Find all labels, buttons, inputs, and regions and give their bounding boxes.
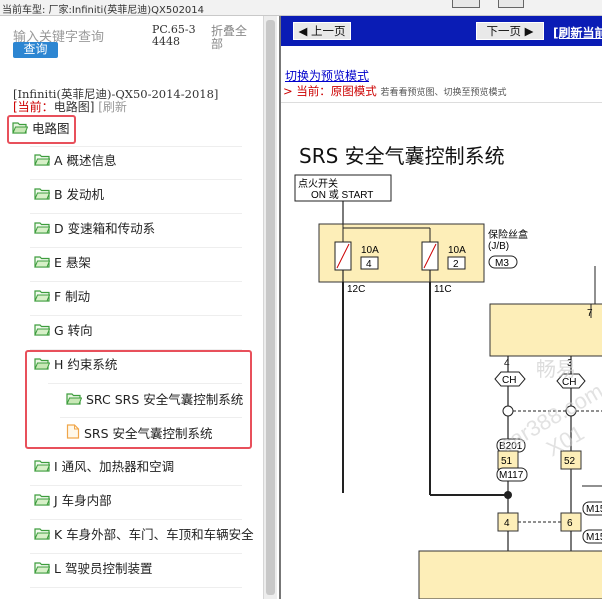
sidebar-scrollbar[interactable] [263, 16, 277, 599]
divider [60, 417, 242, 418]
fuse-box-label: 保险丝盒 [488, 228, 528, 241]
current-prefix: [当前： [13, 100, 54, 114]
divider [30, 587, 242, 588]
divider [30, 315, 242, 316]
sidebar: 输入关键字查询 查询 PC.65-34448 折叠全部 [Infiniti(英菲… [0, 16, 263, 599]
refresh-link[interactable]: [刷新 [98, 100, 127, 114]
watermark: 畅易 [536, 358, 576, 381]
tree-item-label: I 通风、加热器和空调 [54, 459, 175, 474]
divider [30, 213, 242, 214]
divider [30, 485, 242, 486]
tree-item-e[interactable]: E 悬架 [34, 253, 91, 273]
tree-item-label: SRS 安全气囊控制系统 [84, 426, 213, 441]
folder-icon [34, 186, 51, 206]
ignition-switch-state: ON 或 START [311, 189, 373, 201]
splice-circle [502, 405, 514, 417]
tree-item-k[interactable]: K 车身外部、车门、车顶和车辆安全 [34, 525, 254, 545]
control-unit-box [489, 303, 602, 357]
pin-11c: 11C [434, 284, 452, 295]
document-icon [66, 424, 80, 445]
tree-item-label: SRC SRS 安全气囊控制系统 [86, 392, 244, 407]
scrollbar-thumb[interactable] [266, 20, 275, 595]
folder-icon [34, 458, 51, 478]
tree-item-h[interactable]: H 约束系统 [34, 355, 117, 375]
tree-item-label: E 悬架 [54, 255, 91, 270]
tree-item-label: F 制动 [54, 289, 91, 304]
tree-item-f[interactable]: F 制动 [34, 287, 90, 307]
terminal-6-label: 6 [567, 518, 573, 529]
current-value: 电路图] [53, 100, 95, 114]
tree-item-d[interactable]: D 变速箱和传动系 [34, 219, 155, 239]
tree-item-src[interactable]: SRC SRS 安全气囊控制系统 [66, 390, 243, 410]
folder-open-icon [34, 356, 51, 376]
folder-icon [34, 152, 51, 172]
tree-root-label: 电路图 [32, 121, 70, 136]
pin-4: 4 [504, 358, 510, 369]
fuse-1-number: 4 [366, 259, 372, 270]
top-button-2[interactable] [498, 0, 524, 8]
fuse-box-jb: (J/B) [488, 241, 509, 252]
tree-item-label: D 变速箱和传动系 [54, 221, 156, 236]
ignition-switch-label: 点火开关 [298, 177, 338, 190]
document-viewer: ◀ 上一页 下一页 ▶ [刷新当前 切换为预览模式 > 当前：原图模式 若看看预… [279, 16, 602, 599]
m15-label-a: M15 [586, 504, 602, 515]
airbag-control-unit [418, 550, 602, 599]
folder-icon [34, 288, 51, 308]
folder-icon [34, 254, 51, 274]
fuse-2-number: 2 [453, 259, 459, 270]
divider [30, 179, 242, 180]
tree-item-j[interactable]: J 车身内部 [34, 491, 112, 511]
divider [30, 281, 242, 282]
folder-open-icon [12, 120, 29, 140]
tree-item-label: G 转向 [54, 323, 93, 338]
current-vehicle-text: 当前车型: 厂家:Infiniti(英菲尼迪)QX502014 [2, 5, 205, 16]
folder-icon [34, 492, 51, 512]
tree-root-circuit[interactable]: 电路图 [12, 119, 70, 139]
pin-12c: 12C [347, 284, 365, 295]
tree-item-b[interactable]: B 发动机 [34, 185, 104, 205]
tree-item-label: J 车身内部 [54, 493, 112, 508]
m15-label-b: M15 [586, 532, 602, 543]
top-status-bar: 当前车型: 厂家:Infiniti(英菲尼迪)QX502014 [0, 0, 602, 16]
folder-icon [34, 220, 51, 240]
tree-item-label: B 发动机 [54, 187, 105, 202]
folder-icon [34, 560, 51, 580]
tree-item-a[interactable]: A 概述信息 [34, 151, 117, 171]
fuse-1-amp: 10A [361, 245, 379, 256]
wiring-diagram: 点火开关 ON 或 START 10A 4 10A 2 保险丝盒 (J/B) M… [294, 174, 602, 599]
tree-item-label: L 驾驶员控制装置 [54, 561, 153, 576]
tree-item-l[interactable]: L 驾驶员控制装置 [34, 559, 152, 579]
divider [30, 519, 242, 520]
folder-icon [34, 322, 51, 342]
query-button[interactable]: 查询 [13, 42, 58, 58]
tree-item-label: H 约束系统 [54, 357, 118, 372]
divider [30, 247, 242, 248]
ch-label-1: CH [502, 375, 516, 386]
folder-open-icon [66, 391, 83, 411]
tree-item-g[interactable]: G 转向 [34, 321, 93, 341]
top-button-1[interactable] [452, 0, 480, 8]
pc-code: PC.65-34448 [152, 23, 196, 48]
fuse-box-connector: M3 [495, 258, 509, 269]
pin-7: 7 [587, 308, 593, 319]
tree-item-srs[interactable]: SRS 安全气囊控制系统 [66, 424, 213, 444]
terminal-51-label: 51 [501, 456, 513, 467]
tree-item-label: K 车身外部、车门、车顶和车辆安全 [54, 527, 254, 542]
terminal-4-label: 4 [504, 518, 510, 529]
current-location: [当前：电路图] [刷新 [13, 98, 127, 115]
divider [30, 146, 242, 147]
divider [30, 553, 242, 554]
terminal-52-label: 52 [564, 456, 576, 467]
tree-item-label: A 概述信息 [54, 153, 117, 168]
m117-label: M117 [499, 470, 524, 481]
tree-item-i[interactable]: I 通风、加热器和空调 [34, 457, 174, 477]
fold-all-button[interactable]: 折叠全部 [211, 25, 249, 51]
folder-icon [34, 526, 51, 546]
divider [48, 383, 242, 384]
fuse-2-amp: 10A [448, 245, 466, 256]
